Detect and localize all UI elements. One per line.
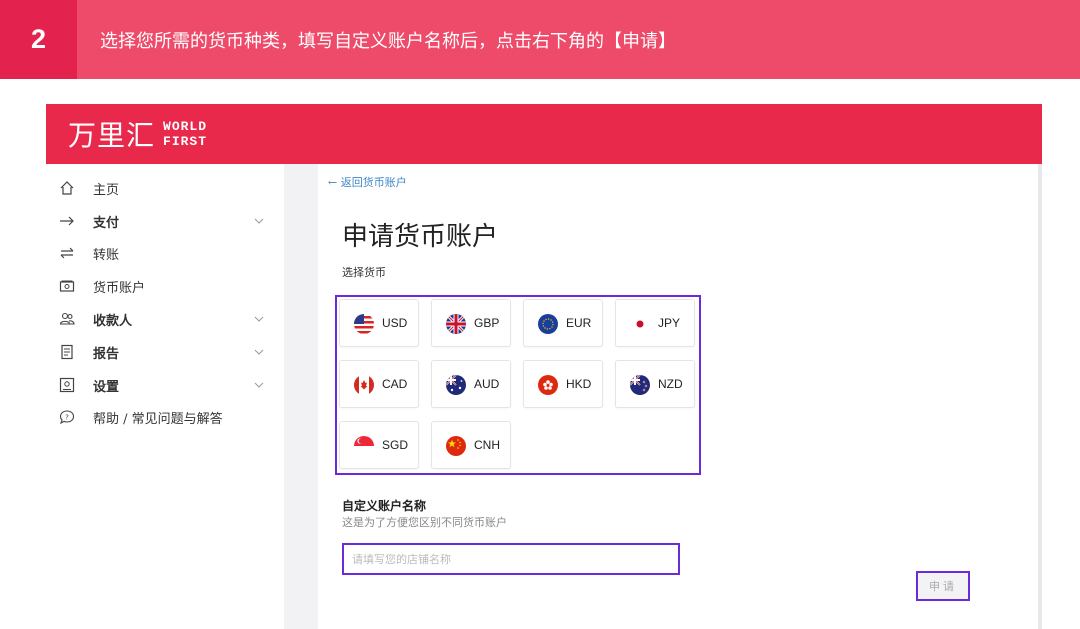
currency-code: CNH: [474, 438, 500, 452]
sidebar-item-home[interactable]: 主页: [46, 174, 284, 202]
australia-flag-icon: [446, 375, 466, 395]
custom-account-name-help: 这是为了方便您区别不同货币账户: [342, 516, 507, 529]
sidebar-item-label: 支付: [93, 215, 120, 231]
currency-option-cad[interactable]: CAD: [339, 360, 419, 408]
logo-english-line2: FIRST: [163, 134, 208, 149]
chevron-down-icon: [254, 347, 264, 358]
china-flag-icon: [446, 436, 466, 456]
sidebar-item-label: 设置: [93, 379, 120, 395]
currency-code: USD: [382, 316, 408, 330]
instruction-text: 选择您所需的货币种类，填写自定义账户名称后，点击右下角的【申请】: [100, 30, 676, 52]
currency-code: NZD: [658, 377, 683, 391]
currency-option-sgd[interactable]: SGD: [339, 421, 419, 469]
arrow-right-icon: [58, 212, 76, 230]
currency-option-cnh[interactable]: CNH: [431, 421, 511, 469]
sidebar-item-label: 报告: [93, 346, 120, 362]
currency-option-usd[interactable]: USD: [339, 299, 419, 347]
svg-text:?: ?: [65, 414, 69, 422]
sidebar-item-payees[interactable]: 收款人: [46, 305, 284, 333]
currency-code: JPY: [658, 316, 681, 330]
singapore-flag-icon: [354, 436, 374, 456]
sidebar-item-reports[interactable]: 报告: [46, 338, 284, 366]
settings-icon: [58, 376, 76, 394]
sidebar-item-label: 收款人: [93, 313, 133, 329]
content-gutter: [284, 164, 318, 629]
currency-code: CAD: [382, 377, 408, 391]
us-flag-icon: [354, 314, 374, 334]
select-currency-label: 选择货币: [342, 266, 386, 279]
japan-flag-icon: [630, 314, 650, 334]
currency-code: HKD: [566, 377, 592, 391]
help-icon: ?: [58, 408, 76, 426]
app-header: 万里汇 WORLD FIRST: [46, 104, 1042, 164]
chevron-down-icon: [254, 314, 264, 325]
page-title: 申请货币账户: [342, 222, 499, 252]
currency-code: GBP: [474, 316, 500, 330]
arrow-left-icon: ←: [328, 176, 341, 189]
currency-option-jpy[interactable]: JPY: [615, 299, 695, 347]
logo-english-line1: WORLD: [163, 119, 208, 134]
back-link-label: 返回货币账户: [340, 176, 407, 189]
apply-button[interactable]: 申请: [916, 571, 970, 601]
instruction-banner: 2 选择您所需的货币种类，填写自定义账户名称后，点击右下角的【申请】: [0, 0, 1080, 79]
hong-kong-flag-icon: [538, 375, 558, 395]
logo-chinese: 万里汇: [68, 119, 156, 152]
report-icon: [58, 343, 76, 361]
back-link[interactable]: ← 返回货币账户: [328, 174, 407, 190]
currency-option-hkd[interactable]: HKD: [523, 360, 603, 408]
currency-option-nzd[interactable]: NZD: [615, 360, 695, 408]
account-name-input[interactable]: [342, 543, 680, 575]
sidebar-nav: 主页 支付 转账 货币账户 收款人 报告 设置 ? 帮助 / 常见问题与解答: [46, 164, 284, 629]
app-window: 万里汇 WORLD FIRST 主页 支付 转账 货币账户 收款人 报告 设置 …: [46, 104, 1042, 629]
main-content: ← 返回货币账户 申请货币账户 选择货币 USD GBP EUR JPY CAD…: [318, 164, 1038, 629]
sidebar-item-label: 货币账户: [93, 280, 146, 296]
users-icon: [58, 310, 76, 328]
chevron-down-icon: [254, 380, 264, 391]
currency-option-gbp[interactable]: GBP: [431, 299, 511, 347]
currency-code: AUD: [474, 377, 500, 391]
sidebar-item-transfer[interactable]: 转账: [46, 239, 284, 267]
currency-option-eur[interactable]: EUR: [523, 299, 603, 347]
uk-flag-icon: [446, 314, 466, 334]
sidebar-item-help[interactable]: ? 帮助 / 常见问题与解答: [46, 403, 284, 431]
swap-icon: [58, 244, 76, 262]
step-number: 2: [0, 0, 77, 79]
currency-code: EUR: [566, 316, 592, 330]
home-icon: [58, 179, 76, 197]
eu-flag-icon: [538, 314, 558, 334]
chevron-down-icon: [254, 216, 264, 227]
sidebar-item-currency-accounts[interactable]: 货币账户: [46, 272, 284, 300]
sidebar-item-label: 主页: [93, 182, 120, 198]
currency-option-aud[interactable]: AUD: [431, 360, 511, 408]
custom-account-name-label: 自定义账户名称: [342, 499, 427, 513]
canada-flag-icon: [354, 375, 374, 395]
currency-code: SGD: [382, 438, 409, 452]
wallet-icon: [58, 277, 76, 295]
sidebar-item-settings[interactable]: 设置: [46, 371, 284, 399]
new-zealand-flag-icon: [630, 375, 650, 395]
logo-english: WORLD FIRST: [163, 119, 207, 149]
sidebar-item-label: 转账: [93, 247, 120, 263]
sidebar-item-payment[interactable]: 支付: [46, 207, 284, 235]
sidebar-item-label: 帮助 / 常见问题与解答: [93, 411, 223, 427]
content-right-edge: [1038, 164, 1042, 629]
